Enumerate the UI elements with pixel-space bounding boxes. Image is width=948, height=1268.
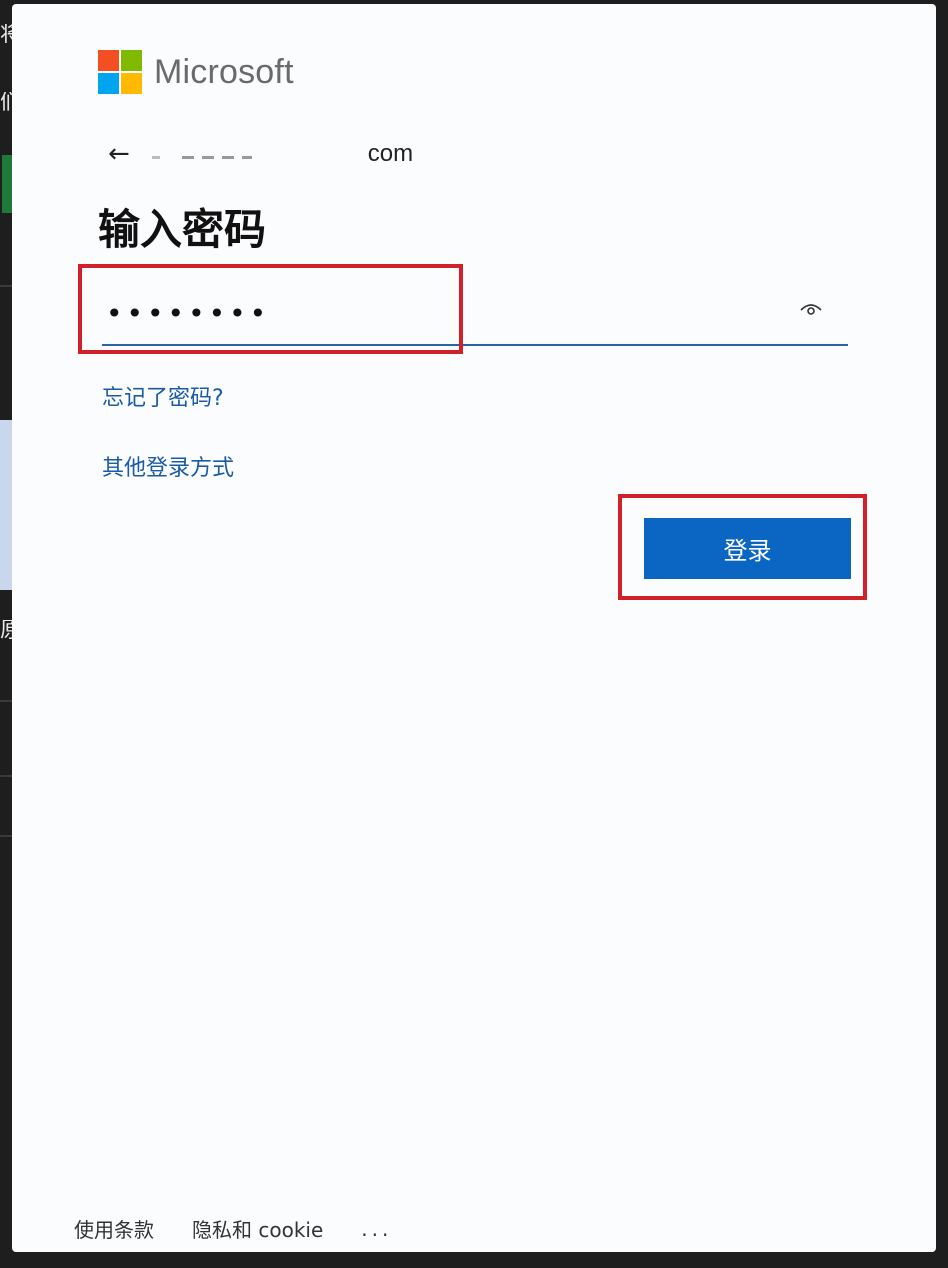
password-field — [102, 288, 848, 346]
email-domain-suffix: com — [367, 140, 414, 167]
background-text-fragment: 们 — [0, 92, 12, 114]
forgot-password-link[interactable]: 忘记了密码? — [102, 380, 224, 412]
logo-square-red — [98, 50, 119, 71]
signin-button[interactable]: 登录 — [644, 518, 851, 579]
more-options-button[interactable]: ... — [361, 1217, 392, 1241]
redacted-email-part — [181, 156, 252, 159]
background-text-fragment: 原 — [0, 620, 12, 642]
other-signin-options-link[interactable]: 其他登录方式 — [102, 450, 234, 482]
privacy-cookies-link[interactable]: 隐私和 cookie — [192, 1214, 323, 1243]
background-divider — [0, 775, 12, 777]
brand-name: Microsoft — [154, 52, 294, 91]
background-divider — [0, 700, 12, 702]
password-input[interactable] — [102, 288, 790, 338]
microsoft-logo: Microsoft — [98, 50, 294, 94]
background-divider — [0, 835, 12, 837]
eye-icon[interactable] — [800, 302, 822, 316]
logo-square-green — [121, 50, 142, 71]
background-divider — [0, 285, 12, 287]
identity-banner: ← com — [108, 134, 428, 174]
background-text-fragment: 将 — [0, 24, 12, 46]
background-thumbnail — [0, 420, 12, 590]
background-green-bar — [2, 155, 12, 213]
logo-square-blue — [98, 73, 119, 94]
terms-of-use-link[interactable]: 使用条款 — [74, 1214, 154, 1243]
microsoft-logo-icon — [98, 50, 142, 94]
redacted-email-part — [151, 156, 160, 159]
account-email: com — [151, 134, 428, 174]
logo-square-yellow — [121, 73, 142, 94]
footer: 使用条款 隐私和 cookie ... — [74, 1214, 392, 1243]
back-arrow-icon[interactable]: ← — [108, 139, 130, 169]
page-title: 输入密码 — [98, 205, 267, 254]
signin-dialog: Microsoft ← com 输入密码 忘记了密码? 其他登录方式 登录 使用… — [12, 4, 936, 1252]
